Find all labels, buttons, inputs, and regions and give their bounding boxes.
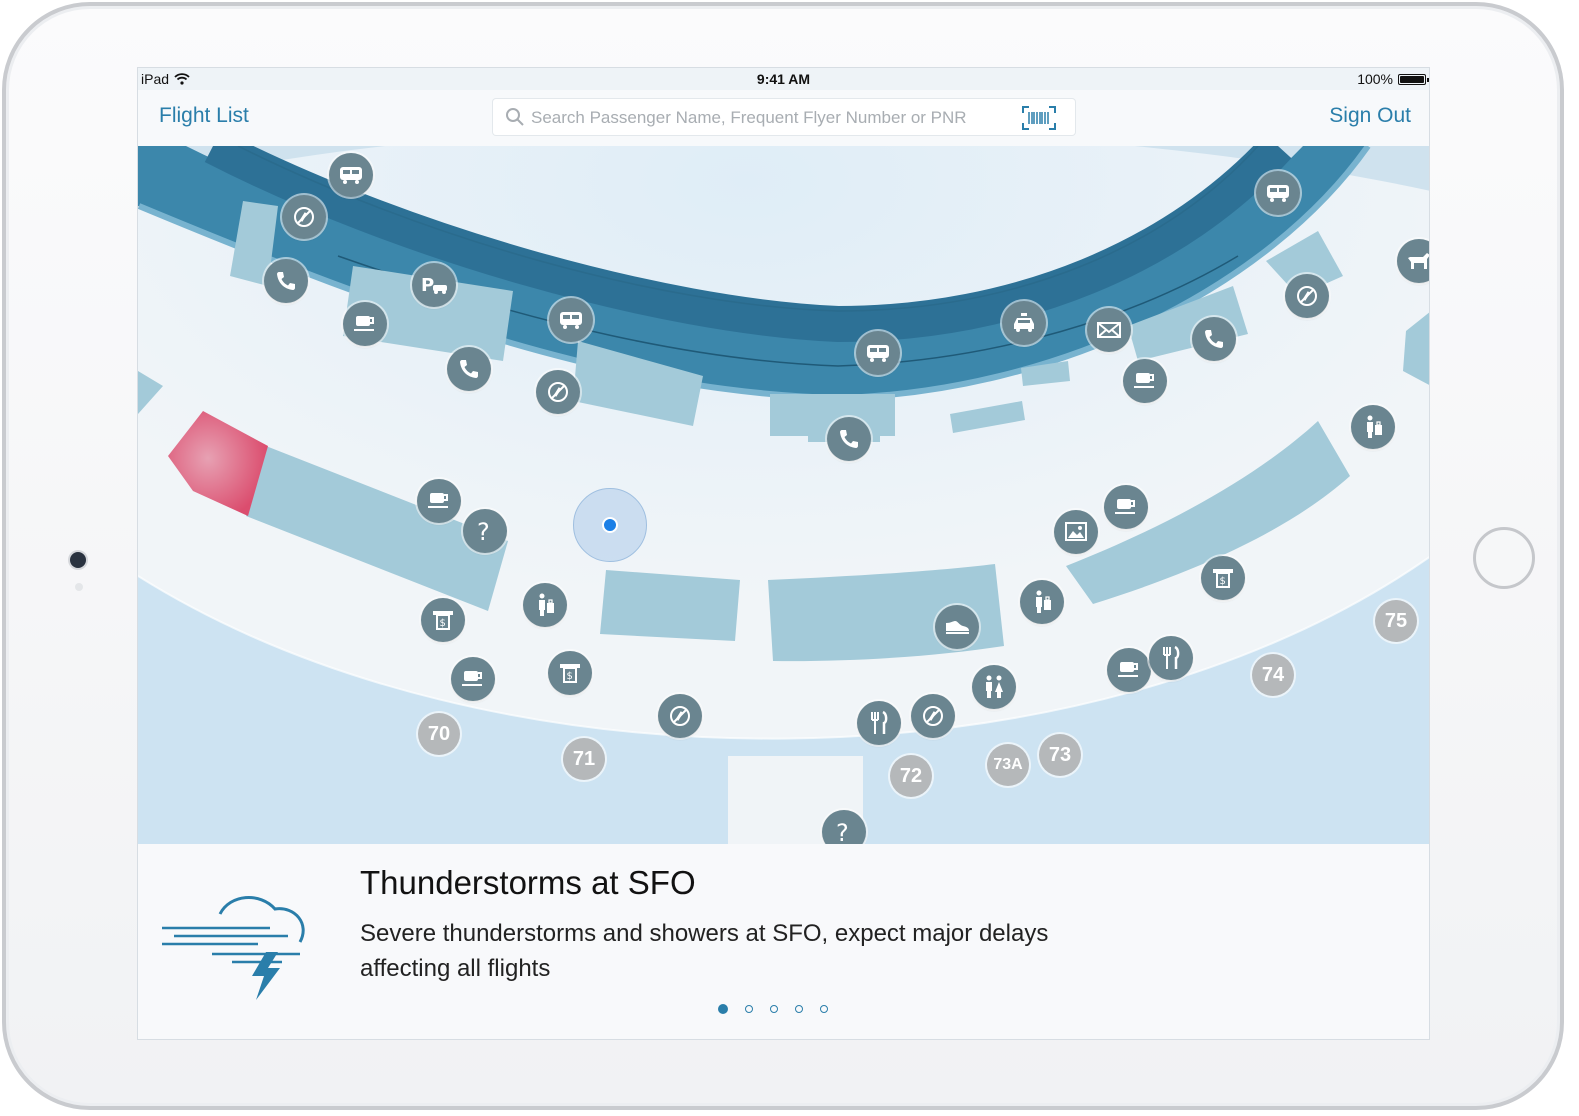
page-dot[interactable] bbox=[770, 1005, 778, 1013]
no-smoking-icon[interactable] bbox=[1285, 274, 1329, 318]
status-bar: iPad 9:41 AM 100% bbox=[138, 68, 1429, 90]
coffee-icon[interactable] bbox=[451, 657, 495, 701]
page-indicator[interactable] bbox=[718, 1004, 828, 1014]
baggage-icon[interactable] bbox=[1351, 405, 1395, 449]
coffee-icon[interactable] bbox=[343, 302, 387, 346]
clock: 9:41 AM bbox=[756, 71, 811, 87]
shoe-shine-icon[interactable] bbox=[935, 605, 979, 649]
parking-icon[interactable]: P bbox=[412, 263, 456, 307]
sign-out-button[interactable]: Sign Out bbox=[1329, 104, 1411, 128]
front-camera bbox=[70, 552, 86, 568]
atm-icon[interactable]: $ bbox=[548, 651, 592, 695]
svg-text:$: $ bbox=[1220, 576, 1226, 587]
atm-icon[interactable]: $ bbox=[1201, 556, 1245, 600]
alert-panel[interactable]: Thunderstorms at SFO Severe thunderstorm… bbox=[138, 844, 1429, 1039]
bus-icon[interactable] bbox=[329, 153, 373, 197]
atm-icon[interactable]: $ bbox=[421, 598, 465, 642]
gate-badge[interactable]: 74 bbox=[1252, 654, 1294, 696]
current-location-dot bbox=[602, 517, 618, 533]
bus-icon[interactable] bbox=[856, 331, 900, 375]
svg-text:$: $ bbox=[567, 671, 573, 682]
alert-body: Severe thunderstorms and showers at SFO,… bbox=[360, 920, 1049, 982]
alert-title: Thunderstorms at SFO bbox=[360, 864, 696, 901]
bus-icon[interactable] bbox=[549, 298, 593, 342]
coffee-icon[interactable] bbox=[417, 479, 461, 523]
terminal-map[interactable]: P ? $ $ $ ? 70 71 72 73A 73 74 75 bbox=[138, 146, 1429, 854]
gate-badge[interactable]: 72 bbox=[890, 755, 932, 797]
gate-badge[interactable]: 71 bbox=[563, 738, 605, 780]
page-dot[interactable] bbox=[795, 1005, 803, 1013]
restaurant-icon[interactable] bbox=[857, 701, 901, 745]
restroom-icon[interactable] bbox=[972, 665, 1016, 709]
gate-badge[interactable]: 75 bbox=[1375, 600, 1417, 642]
phone-icon[interactable] bbox=[447, 347, 491, 391]
gate-badge[interactable]: 73 bbox=[1039, 734, 1081, 776]
coffee-icon[interactable] bbox=[1104, 485, 1148, 529]
no-smoking-icon[interactable] bbox=[911, 694, 955, 738]
phone-icon[interactable] bbox=[827, 417, 871, 461]
gallery-icon[interactable] bbox=[1054, 510, 1098, 554]
taxi-icon[interactable] bbox=[1002, 301, 1046, 345]
thunderstorm-icon bbox=[162, 896, 305, 1000]
phone-icon[interactable] bbox=[264, 259, 308, 303]
barcode-scan-icon[interactable] bbox=[1021, 105, 1057, 131]
baggage-icon[interactable] bbox=[1020, 580, 1064, 624]
page-dot[interactable] bbox=[820, 1005, 828, 1013]
bus-icon[interactable] bbox=[1256, 171, 1300, 215]
no-smoking-icon[interactable] bbox=[282, 195, 326, 239]
restaurant-icon[interactable] bbox=[1149, 636, 1193, 680]
gate-badge[interactable]: 73A bbox=[987, 744, 1029, 786]
svg-text:?: ? bbox=[836, 819, 849, 845]
coffee-icon[interactable] bbox=[1107, 648, 1151, 692]
help-icon[interactable]: ? bbox=[463, 509, 507, 553]
coffee-icon[interactable] bbox=[1123, 359, 1167, 403]
gate-badge[interactable]: 70 bbox=[418, 713, 460, 755]
svg-text:$: $ bbox=[440, 618, 446, 629]
phone-icon[interactable] bbox=[1192, 317, 1236, 361]
search-icon bbox=[506, 108, 524, 126]
home-button[interactable] bbox=[1473, 527, 1535, 589]
current-location-marker bbox=[573, 488, 647, 562]
flight-list-button[interactable]: Flight List bbox=[159, 104, 249, 128]
page-dot[interactable] bbox=[745, 1005, 753, 1013]
search-input[interactable] bbox=[529, 105, 1013, 131]
search-bar bbox=[493, 99, 1075, 135]
baggage-icon[interactable] bbox=[523, 583, 567, 627]
navigation-bar: Flight List Sign Out bbox=[138, 90, 1429, 146]
mail-icon[interactable] bbox=[1087, 308, 1131, 352]
battery-percent: 100% bbox=[1357, 71, 1393, 87]
svg-text:?: ? bbox=[477, 518, 490, 544]
map-base bbox=[138, 146, 1429, 844]
screen: iPad 9:41 AM 100% Flight List Sign Out bbox=[137, 67, 1430, 1040]
battery-icon bbox=[1398, 73, 1429, 85]
page-dot[interactable] bbox=[718, 1004, 728, 1014]
light-sensor bbox=[75, 583, 83, 591]
no-smoking-icon[interactable] bbox=[658, 694, 702, 738]
svg-text:P: P bbox=[421, 275, 434, 296]
no-smoking-icon[interactable] bbox=[536, 370, 580, 414]
